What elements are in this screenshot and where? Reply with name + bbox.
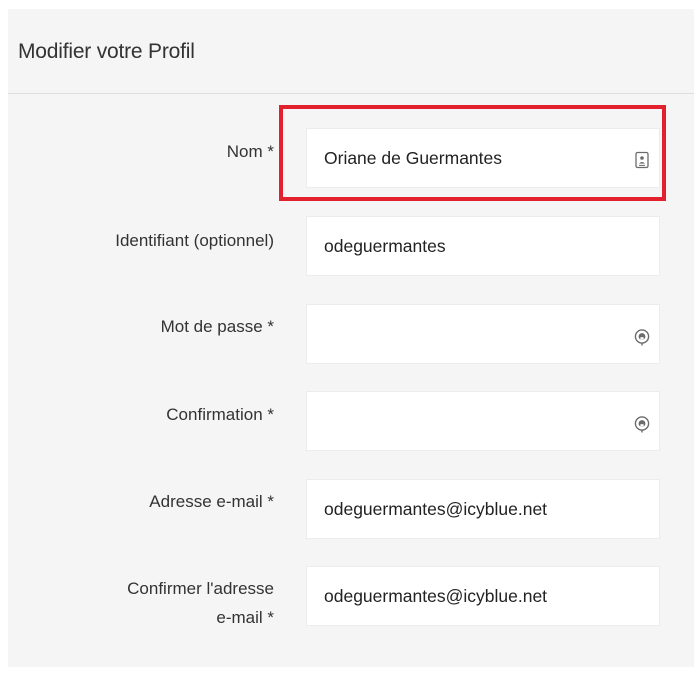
panel-header: Modifier votre Profil (8, 9, 694, 94)
username-label: Identifiant (optionnel) (115, 231, 274, 250)
page-title: Modifier votre Profil (18, 40, 195, 63)
email-label: Adresse e-mail * (149, 492, 274, 511)
password-confirm-label: Confirmation * (166, 405, 274, 424)
email-confirm-field[interactable] (306, 566, 660, 626)
username-input[interactable] (307, 217, 659, 275)
password-confirm-field[interactable] (306, 391, 660, 451)
email-confirm-label-line1: Confirmer l'adresse (127, 579, 274, 598)
email-confirm-label-line2: e-mail * (216, 608, 274, 627)
password-confirm-input[interactable] (307, 392, 659, 450)
email-confirm-label: Confirmer l'adresse e-mail * (24, 574, 274, 632)
password-field[interactable] (306, 304, 660, 364)
password-key-icon[interactable] (633, 328, 651, 346)
username-field[interactable] (306, 216, 660, 276)
email-field[interactable] (306, 479, 660, 539)
name-label: Nom * (226, 142, 274, 161)
password-input[interactable] (307, 305, 659, 363)
name-field-highlight (279, 105, 666, 201)
password-key-icon[interactable] (633, 415, 651, 433)
email-input[interactable] (307, 480, 659, 538)
email-confirm-input[interactable] (307, 567, 659, 625)
password-label: Mot de passe * (160, 317, 274, 336)
